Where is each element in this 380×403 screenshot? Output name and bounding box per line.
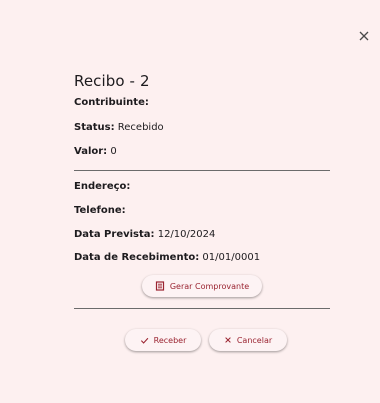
valor-label: Valor: bbox=[74, 146, 108, 157]
status-label: Status: bbox=[74, 122, 115, 133]
receber-label: Receber bbox=[153, 335, 187, 345]
receipt-icon bbox=[155, 281, 164, 291]
valor-value: 0 bbox=[107, 146, 117, 157]
contribuinte-label: Contribuinte: bbox=[74, 97, 149, 108]
data-recebimento-value: 01/01/0001 bbox=[199, 252, 261, 263]
receber-button[interactable]: Receber bbox=[125, 329, 201, 351]
divider bbox=[74, 170, 330, 171]
gerar-comprovante-label: Gerar Comprovante bbox=[169, 281, 250, 291]
receipt-dialog: Recibo - 2 Contribuinte: Status: Recebid… bbox=[0, 0, 380, 403]
dialog-title: Recibo - 2 bbox=[74, 72, 150, 90]
data-prevista-label: Data Prevista: bbox=[74, 229, 155, 240]
data-recebimento-label: Data de Recebimento: bbox=[74, 252, 200, 263]
check-icon bbox=[140, 337, 148, 344]
close-icon bbox=[225, 337, 231, 343]
status-field: Status: Recebido bbox=[74, 122, 164, 133]
contribuinte-field: Contribuinte: bbox=[74, 97, 149, 108]
telefone-label: Telefone: bbox=[74, 205, 126, 216]
data-prevista-field: Data Prevista: 12/10/2024 bbox=[74, 229, 215, 240]
endereco-field: Endereço: bbox=[74, 181, 130, 192]
status-value: Recebido bbox=[114, 122, 164, 133]
cancelar-button[interactable]: Cancelar bbox=[209, 329, 287, 351]
endereco-label: Endereço: bbox=[74, 181, 131, 192]
gerar-comprovante-button[interactable]: Gerar Comprovante bbox=[142, 275, 262, 297]
cancelar-label: Cancelar bbox=[236, 335, 273, 345]
telefone-field: Telefone: bbox=[74, 205, 126, 216]
divider bbox=[74, 308, 330, 309]
close-icon[interactable] bbox=[357, 29, 371, 43]
data-recebimento-field: Data de Recebimento: 01/01/0001 bbox=[74, 252, 260, 263]
data-prevista-value: 12/10/2024 bbox=[154, 229, 216, 240]
valor-field: Valor: 0 bbox=[74, 146, 117, 157]
